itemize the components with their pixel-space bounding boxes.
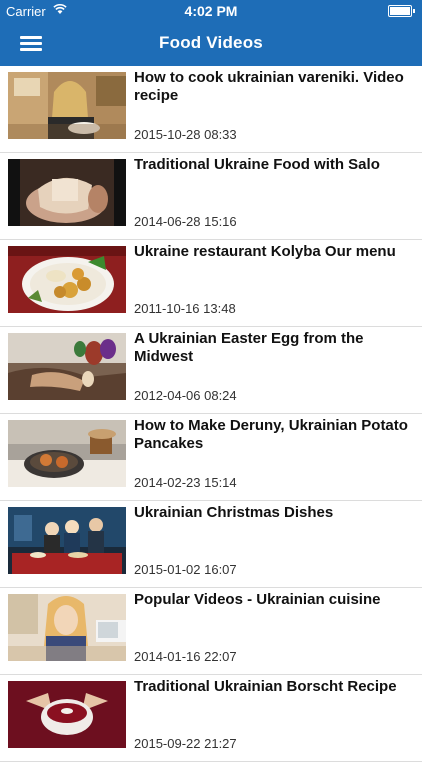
list-item[interactable]: Ukraine restaurant Kolyba Our menu 2011-… [0,240,422,327]
video-title: A Ukrainian Easter Egg from the Midwest [134,330,364,365]
video-thumbnail [8,594,126,661]
list-item[interactable]: Traditional Ukrainian Borscht Recipe 201… [0,675,422,762]
list-item[interactable]: How to cook ukrainian vareniki. Video re… [0,66,422,153]
video-title: Popular Videos - Ukrainian cuisine [134,591,381,608]
video-date: 2011-10-16 13:48 [134,301,236,316]
list-item[interactable]: Ukrainian Christmas Dishes 2015-01-02 16… [0,501,422,588]
video-thumbnail [8,507,126,574]
list-item[interactable]: How to Make Deruny, Ukrainian Potato Pan… [0,414,422,501]
nav-bar: Food Videos [0,22,422,66]
video-title: Ukraine restaurant Kolyba Our menu [134,243,396,260]
list-item[interactable]: Traditional Ukraine Food with Salo 2014-… [0,153,422,240]
status-time: 4:02 PM [184,3,238,19]
page-title: Food Videos [159,33,263,52]
video-date: 2015-09-22 21:27 [134,736,237,751]
video-title: Traditional Ukrainian Borscht Recipe [134,678,397,695]
header: Carrier 4:02 PM Food Videos [0,0,422,66]
list-item[interactable]: A Ukrainian Easter Egg from the Midwest … [0,327,422,414]
video-date: 2015-10-28 08:33 [134,127,237,142]
video-title: How to cook ukrainian vareniki. Video re… [134,69,404,104]
list-item[interactable]: Popular Videos - Ukrainian cuisine 2014-… [0,588,422,675]
video-date: 2014-06-28 15:16 [134,214,237,229]
video-list: How to cook ukrainian vareniki. Video re… [0,66,422,762]
video-title: Ukrainian Christmas Dishes [134,504,334,521]
video-thumbnail [8,159,126,226]
video-date: 2015-01-02 16:07 [134,562,237,577]
video-title: How to Make Deruny, Ukrainian Potato Pan… [134,417,408,452]
video-thumbnail [8,333,126,400]
video-thumbnail [8,72,126,139]
video-thumbnail [8,246,126,313]
video-thumbnail [8,420,126,487]
video-date: 2014-02-23 15:14 [134,475,237,490]
video-date: 2014-01-16 22:07 [134,649,237,664]
battery-icon [388,5,415,17]
video-date: 2012-04-06 08:24 [134,388,237,403]
status-bar: Carrier 4:02 PM [0,0,422,22]
video-thumbnail [8,681,126,748]
video-title: Traditional Ukraine Food with Salo [134,156,380,173]
